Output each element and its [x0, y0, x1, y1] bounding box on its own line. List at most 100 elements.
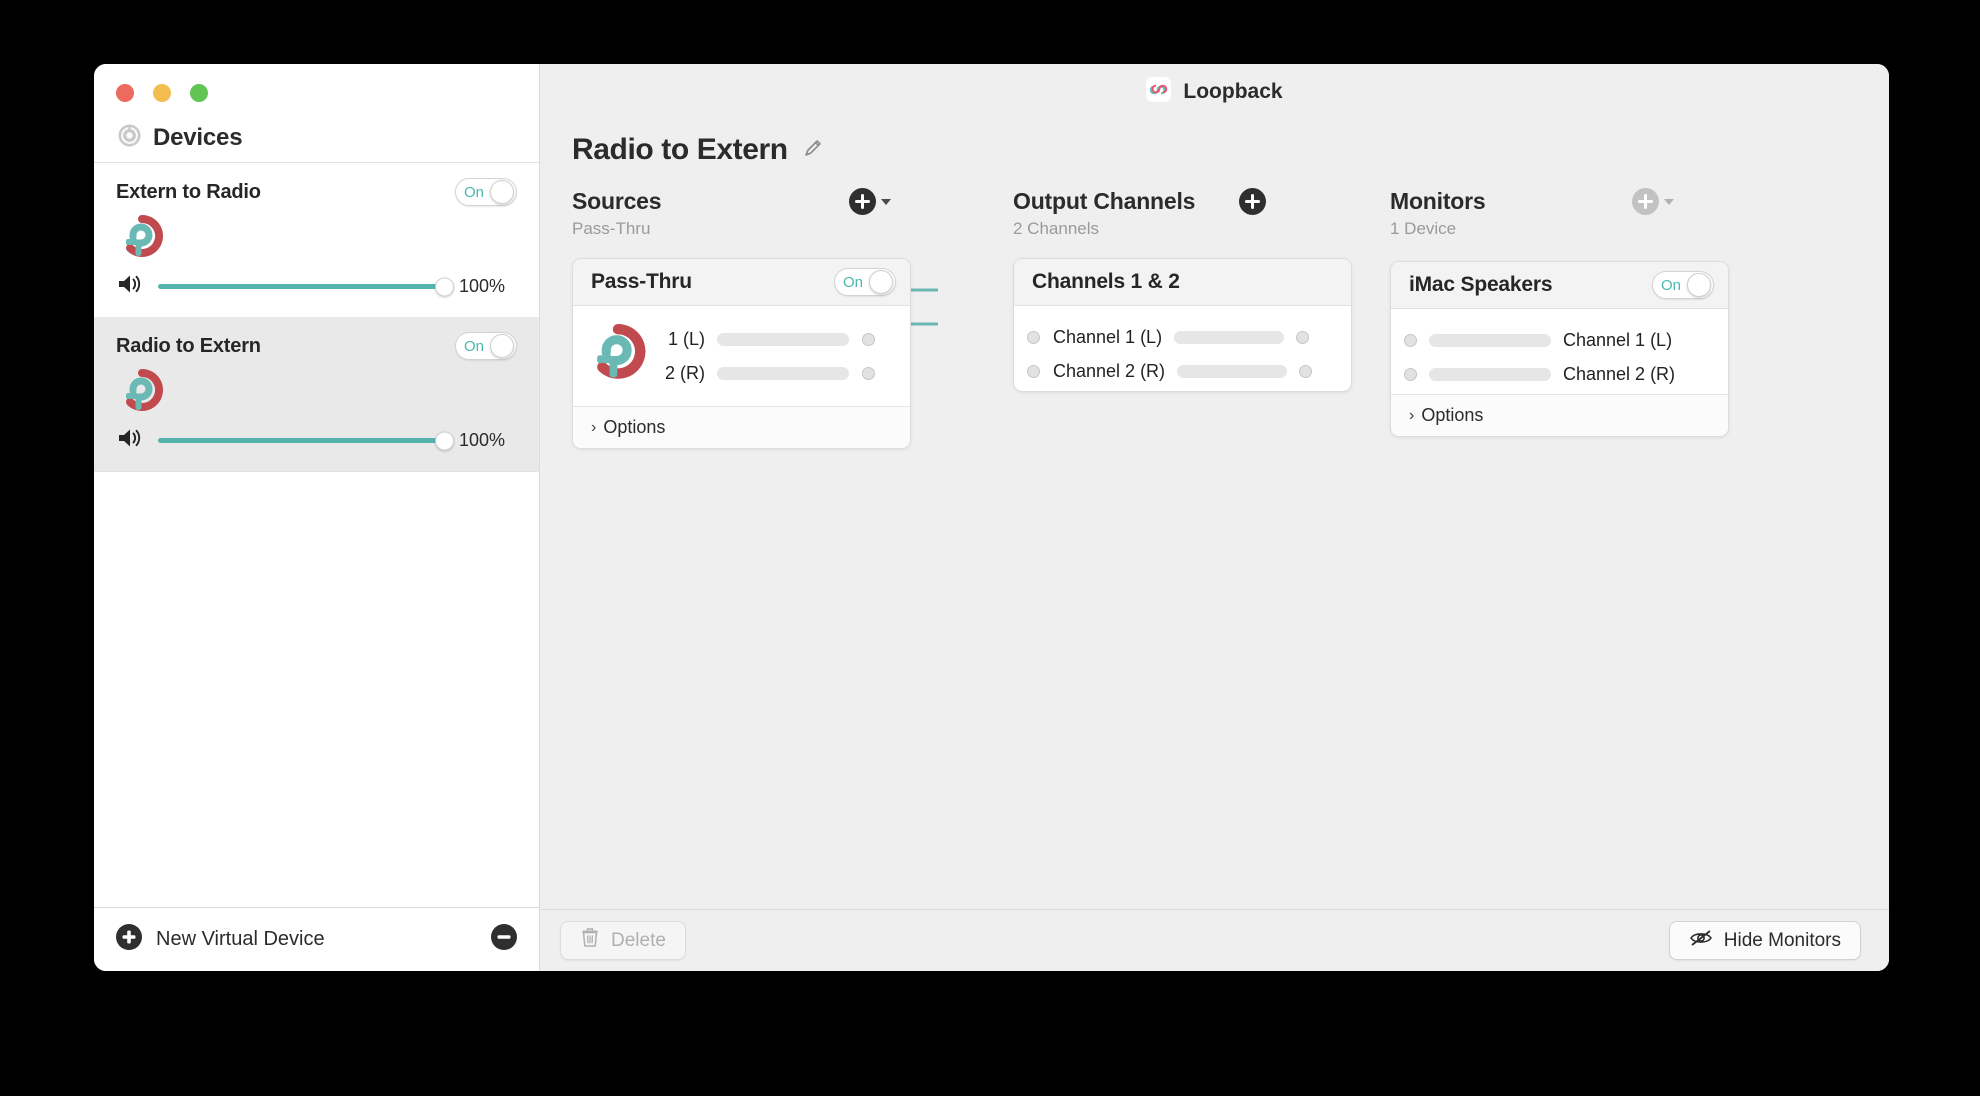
add-monitor-button[interactable]: [1632, 188, 1674, 215]
channel-label: Channel 2 (R): [1053, 360, 1166, 381]
volume-slider-knob[interactable]: [435, 277, 454, 296]
trash-icon: [580, 927, 600, 954]
output-channel-row: Channel 2 (R): [1027, 354, 1338, 388]
input-port[interactable]: [1027, 364, 1040, 378]
volume-slider[interactable]: [158, 277, 454, 296]
toggle-state-label: On: [843, 273, 864, 291]
channel-level-meter: [717, 366, 849, 380]
toggle-knob: [490, 334, 514, 358]
volume-slider[interactable]: [158, 431, 454, 450]
chevron-right-icon: ›: [591, 418, 597, 436]
plus-circle-icon: [1632, 188, 1659, 215]
options-label: Options: [1421, 405, 1484, 425]
minus-circle-icon[interactable]: [491, 924, 517, 955]
loopback-device-icon: [120, 214, 517, 266]
channel-level-meter: [1429, 367, 1551, 381]
input-port[interactable]: [1404, 333, 1417, 347]
plus-circle-icon: [849, 188, 876, 215]
devices-title: Devices: [153, 124, 243, 151]
volume-value: 100%: [459, 276, 506, 296]
monitor-card-imac-speakers[interactable]: iMac Speakers On Channel 1 (L) Channel 2…: [1390, 261, 1729, 437]
card-title: iMac Speakers: [1409, 273, 1553, 296]
plus-circle-icon: [1239, 188, 1266, 215]
column-monitors: Monitors 1 Device iMac Speakers On Chann…: [1294, 188, 1729, 909]
source-options-row[interactable]: › Options: [573, 406, 910, 448]
card-body: Channel 1 (L) Channel 2 (R): [1391, 309, 1728, 394]
minimize-window-button[interactable]: [153, 84, 171, 102]
input-port[interactable]: [1027, 330, 1040, 344]
monitor-channel-row: Channel 1 (L): [1404, 323, 1712, 357]
source-channel-row: 1 (L): [657, 322, 910, 356]
plus-circle-icon: [116, 924, 142, 955]
output-port[interactable]: [862, 366, 875, 380]
sources-header: Sources Pass-Thru: [572, 188, 917, 239]
monitors-subtitle: 1 Device: [1390, 219, 1457, 238]
devices-target-icon: [117, 123, 142, 153]
sidebar: Devices Extern to Radio On 100% Radio to…: [94, 64, 540, 971]
channel-label: 2 (R): [665, 362, 705, 383]
toggle-state-label: On: [464, 183, 485, 201]
sidebar-device-extern-to-radio[interactable]: Extern to Radio On 100%: [94, 163, 539, 317]
new-virtual-device-label: New Virtual Device: [156, 928, 325, 950]
delete-button[interactable]: Delete: [560, 921, 686, 960]
sidebar-device-radio-to-extern[interactable]: Radio to Extern On 100%: [94, 317, 539, 471]
volume-slider-knob[interactable]: [435, 431, 454, 450]
loopback-device-icon: [120, 368, 517, 420]
toggle-knob: [1687, 273, 1711, 297]
toggle-knob: [490, 180, 514, 204]
zoom-window-button[interactable]: [190, 84, 208, 102]
monitor-options-row[interactable]: › Options: [1391, 394, 1728, 436]
card-body: 1 (L) 2 (R): [573, 306, 910, 406]
card-header: iMac Speakers On: [1391, 262, 1728, 309]
add-source-button[interactable]: [849, 188, 891, 215]
traffic-lights: [94, 64, 539, 102]
document-title-row: Radio to Extern: [540, 120, 1889, 174]
new-virtual-device-button[interactable]: New Virtual Device: [116, 924, 325, 955]
main-content: Loopback Radio to Extern Sources Pass-Th…: [540, 64, 1889, 971]
options-label: Options: [603, 417, 666, 437]
monitors-header: Monitors 1 Device: [1390, 188, 1694, 239]
pencil-edit-icon[interactable]: [802, 137, 824, 164]
channel-label: 1 (L): [667, 328, 705, 349]
input-port[interactable]: [1404, 367, 1417, 381]
monitors-title: Monitors: [1390, 188, 1486, 214]
loopback-window: Devices Extern to Radio On 100% Radio to…: [94, 64, 1889, 971]
toggle-state-label: On: [464, 337, 485, 355]
device-volume-slider-row: 100%: [116, 272, 517, 301]
device-name: Extern to Radio: [116, 180, 261, 203]
card-header: Pass-Thru On: [573, 259, 910, 306]
delete-label: Delete: [611, 929, 666, 951]
toggle-state-label: On: [1661, 276, 1682, 294]
chevron-down-icon: [881, 198, 891, 205]
output-port[interactable]: [862, 332, 875, 346]
channel-label: Channel 1 (L): [1053, 326, 1163, 347]
hide-monitors-label: Hide Monitors: [1723, 929, 1841, 951]
channel-label: Channel 2 (R): [1563, 363, 1676, 384]
source-power-toggle[interactable]: On: [834, 268, 896, 296]
page-title: Radio to Extern: [572, 133, 788, 166]
add-output-channel-button[interactable]: [1239, 188, 1266, 215]
hide-monitors-button[interactable]: Hide Monitors: [1668, 921, 1861, 960]
device-power-toggle[interactable]: On: [455, 178, 517, 206]
card-title: Pass-Thru: [591, 270, 692, 293]
device-volume-slider-row: 100%: [116, 426, 517, 455]
volume-value: 100%: [459, 430, 506, 450]
eye-slash-icon: [1689, 928, 1713, 954]
output-channels-header: Output Channels 2 Channels: [1013, 188, 1294, 239]
bottom-toolbar: Delete Hide Monitors: [540, 909, 1889, 971]
chevron-right-icon: ›: [1409, 406, 1415, 424]
app-title: Loopback: [1183, 80, 1283, 103]
devices-header: Devices: [94, 102, 539, 158]
device-power-toggle[interactable]: On: [455, 332, 517, 360]
speaker-volume-icon: [116, 426, 144, 455]
device-name: Radio to Extern: [116, 334, 261, 357]
device-row-header: Radio to Extern On: [116, 332, 517, 360]
output-channels-subtitle: 2 Channels: [1013, 219, 1100, 238]
device-routing-columns: Sources Pass-Thru Pass-Thru On 1 (L) 2 (…: [540, 174, 1889, 909]
monitor-channel-row: Channel 2 (R): [1404, 357, 1712, 391]
sidebar-footer: New Virtual Device: [94, 907, 539, 971]
source-card-pass-thru[interactable]: Pass-Thru On 1 (L) 2 (R) › Options: [572, 258, 911, 449]
close-window-button[interactable]: [116, 84, 134, 102]
toggle-knob: [869, 270, 893, 294]
monitor-power-toggle[interactable]: On: [1652, 271, 1714, 299]
